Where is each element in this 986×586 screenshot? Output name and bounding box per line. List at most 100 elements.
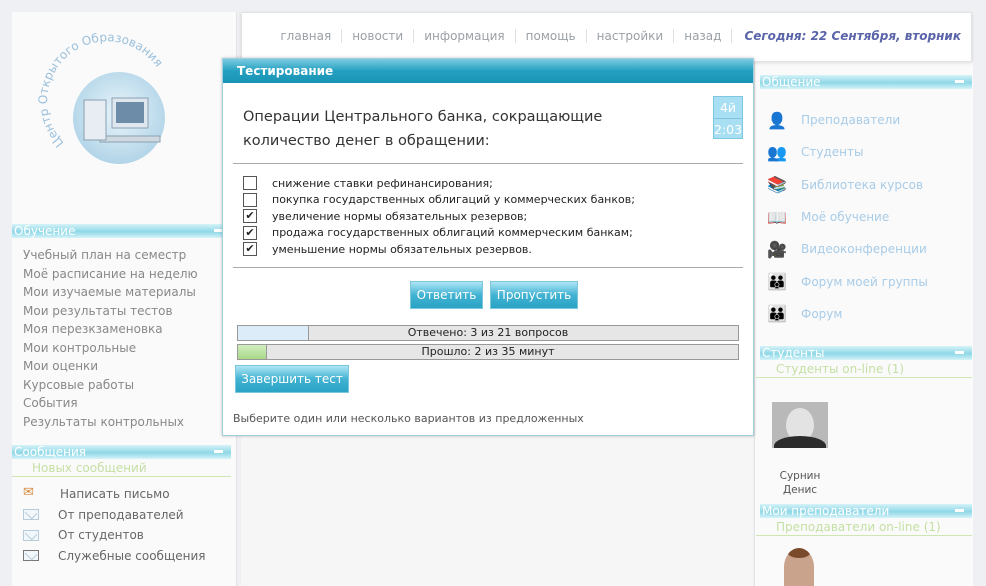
comm-item-label: Преподаватели (801, 113, 901, 128)
answer-button[interactable]: Ответить (410, 281, 483, 309)
collapse-icon[interactable] (955, 351, 964, 354)
students-icon: 👥 (767, 142, 787, 162)
answer-option[interactable]: ✔ продажа государственных облигаций комм… (243, 225, 635, 242)
comm-item-label: Форум (801, 306, 843, 321)
current-date: Сегодня: 22 Сентября, вторник (744, 29, 961, 43)
teacher-icon: 👤 (767, 110, 787, 130)
answer-options: снижение ставки рефинансирования; покупк… (243, 175, 635, 258)
comm-item-forum[interactable]: 👪 Форум (766, 298, 928, 330)
divider (233, 267, 743, 268)
nav-back-link[interactable]: назад (674, 29, 733, 43)
collapse-icon[interactable] (955, 509, 964, 512)
option-checkbox[interactable] (243, 192, 257, 207)
message-item-label: Служебные сообщения (58, 548, 206, 563)
communication-section-title: Общение (762, 75, 821, 89)
books-icon: 📚 (767, 175, 787, 195)
timer-box: 4й 2:03 (713, 96, 743, 139)
study-menu: Учебный план на семестр Моё расписание н… (23, 246, 198, 431)
messages-section-header: Сообщения (12, 445, 231, 459)
comm-item-group-forum[interactable]: 👪 Форум моей группы (766, 265, 928, 297)
message-item[interactable]: Служебные сообщения (23, 546, 206, 567)
students-online-label[interactable]: Студенты on-line (1) (756, 362, 972, 378)
nav-settings-link[interactable]: настройки (587, 29, 675, 43)
nav-news-link[interactable]: новости (342, 29, 415, 43)
center-logo: Центр Открытого Образования (34, 28, 204, 198)
study-item[interactable]: Курсовые работы (23, 376, 198, 395)
top-navigation-bar: главная новости информация помощь настро… (241, 12, 972, 62)
collapse-icon[interactable] (955, 80, 964, 83)
nav-help-link[interactable]: помощь (516, 29, 587, 43)
teachers-section-header: Мои преподаватели (760, 504, 972, 518)
testing-dialog: Тестирование Операции Центрального банка… (222, 58, 754, 436)
comm-item-students[interactable]: 👥 Студенты (766, 136, 928, 168)
skip-button[interactable]: Пропустить (490, 281, 578, 309)
student-first-name: Сурнин (779, 470, 821, 482)
study-item[interactable]: Мои результаты тестов (23, 302, 198, 321)
message-item-label: От студентов (58, 528, 144, 543)
study-item[interactable]: Мои оценки (23, 357, 198, 376)
study-item[interactable]: Моё расписание на неделю (23, 265, 198, 284)
study-item[interactable]: Мои изучаемые материалы (23, 283, 198, 302)
option-checkbox[interactable]: ✔ (243, 209, 257, 224)
comm-item-video[interactable]: 🎥 Видеоконференции (766, 233, 928, 265)
answered-progress-bar: Отвечено: 3 из 21 вопросов (237, 325, 739, 341)
envelope-icon (23, 529, 39, 541)
student-name[interactable]: Сурнин Денис (772, 469, 828, 497)
comm-item-label: Студенты (801, 145, 864, 160)
option-label: уменьшение нормы обязательных резервов. (272, 242, 532, 256)
comm-item-teachers[interactable]: 👤 Преподаватели (766, 104, 928, 136)
study-item[interactable]: Мои контрольные (23, 339, 198, 358)
comm-item-label: Видеоконференции (801, 242, 927, 257)
option-label: покупка государственных облигаций у комм… (272, 193, 635, 207)
collapse-icon[interactable] (214, 450, 223, 453)
study-item[interactable]: Результаты контрольных (23, 413, 198, 432)
envelope-icon (23, 550, 39, 562)
option-label: снижение ставки рефинансирования; (272, 176, 493, 190)
study-item[interactable]: События (23, 394, 198, 413)
comm-item-my-study[interactable]: 📖 Моё обучение (766, 201, 928, 233)
elapsed-progress-bar: Прошло: 2 из 35 минут (237, 344, 739, 360)
option-checkbox[interactable] (243, 176, 257, 191)
answer-option[interactable]: ✔ увеличение нормы обязательных резервов… (243, 208, 635, 225)
book-open-icon: 📖 (767, 207, 787, 227)
answer-option[interactable]: покупка государственных облигаций у комм… (243, 192, 635, 209)
timer-bottom: 2:03 (714, 122, 743, 137)
messages-menu: ✉ Написать письмо От преподавателей От с… (23, 484, 206, 566)
study-item[interactable]: Моя перезкзаменовка (23, 320, 198, 339)
divider (233, 163, 743, 164)
option-label: увеличение нормы обязательных резервов; (272, 209, 528, 223)
communication-section-header: Общение (760, 75, 972, 89)
nav-info-link[interactable]: информация (414, 29, 516, 43)
student-last-name: Денис (782, 484, 818, 496)
pencil-envelope-icon: ✉ (23, 485, 34, 501)
new-messages-label[interactable]: Новых сообщений (12, 461, 231, 477)
elapsed-progress-text: Прошло: 2 из 35 минут (421, 345, 555, 358)
answer-option[interactable]: ✔ уменьшение нормы обязательных резервов… (243, 241, 635, 258)
comm-item-label: Библиотека курсов (801, 177, 924, 192)
comm-item-library[interactable]: 📚 Библиотека курсов (766, 169, 928, 201)
option-checkbox[interactable]: ✔ (243, 242, 257, 257)
message-item-label: Написать письмо (60, 487, 170, 502)
study-item[interactable]: Учебный план на семестр (23, 246, 198, 265)
option-label: продажа государственных облигаций коммер… (272, 226, 633, 240)
communication-menu: 👤 Преподаватели 👥 Студенты 📚 Библиотека … (766, 104, 928, 330)
message-item[interactable]: От студентов (23, 525, 206, 546)
message-item[interactable]: От преподавателей (23, 505, 206, 526)
comm-item-label: Моё обучение (801, 210, 890, 225)
nav-menu: главная новости информация помощь настро… (270, 29, 961, 43)
students-section-title: Студенты (762, 346, 825, 360)
teacher-avatar[interactable] (784, 548, 814, 586)
nav-home-link[interactable]: главная (270, 29, 343, 43)
message-item[interactable]: ✉ Написать письмо (23, 484, 206, 505)
student-avatar[interactable] (772, 402, 828, 448)
question-text: Операции Центрального банка, сокращающие… (243, 109, 603, 149)
answered-progress-text: Отвечено: 3 из 21 вопросов (407, 326, 569, 339)
teachers-online-label[interactable]: Преподаватели on-line (1) (756, 520, 972, 536)
study-section-title: Обучение (14, 224, 76, 238)
forum-icon: 👪 (767, 304, 787, 324)
hint-text: Выберите один или несколько вариантов из… (233, 412, 584, 425)
answer-option[interactable]: снижение ставки рефинансирования; (243, 175, 635, 192)
message-item-label: От преподавателей (58, 507, 184, 522)
finish-test-button[interactable]: Завершить тест (235, 365, 349, 393)
option-checkbox[interactable]: ✔ (243, 225, 257, 240)
